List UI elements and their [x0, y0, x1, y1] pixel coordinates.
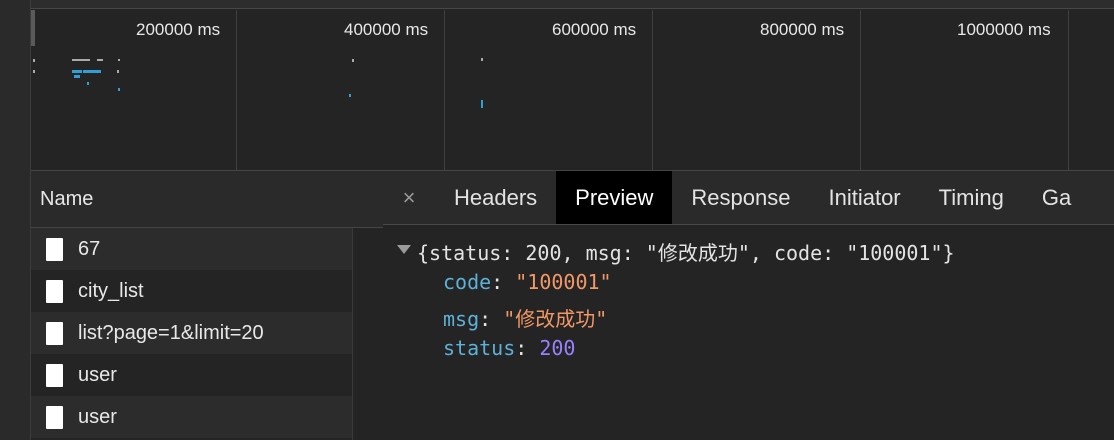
request-row[interactable]: list?page=1&limit=20 — [31, 312, 383, 354]
timeline-top-bar — [31, 0, 1114, 9]
tab-preview[interactable]: Preview — [556, 171, 673, 224]
document-icon — [46, 405, 63, 429]
request-detail-pane: × Headers Preview Response Initiator Tim… — [383, 171, 1114, 440]
request-mark — [349, 94, 351, 97]
timeline-tick-label: 200000 ms — [136, 20, 221, 39]
request-mark — [83, 70, 101, 73]
timeline-gridline — [1068, 10, 1069, 170]
document-icon — [46, 321, 63, 345]
name-column-header[interactable]: Name — [31, 171, 383, 228]
request-mark — [33, 70, 35, 73]
json-value: "修改成功" — [503, 307, 608, 331]
json-field-msg: msg: "修改成功" — [443, 307, 608, 331]
request-name: 67 — [78, 237, 101, 260]
json-summary[interactable]: {status: 200, msg: "修改成功", code: "100001… — [417, 237, 955, 266]
request-list-scrollbar[interactable] — [352, 228, 383, 440]
detail-tab-bar: × Headers Preview Response Initiator Tim… — [383, 171, 1114, 225]
request-mark — [117, 70, 119, 73]
request-name: city_list — [78, 279, 144, 302]
tab-initiator[interactable]: Initiator — [809, 171, 919, 224]
collapse-triangle-icon[interactable] — [397, 245, 411, 254]
json-key: msg — [443, 307, 480, 331]
request-mark — [72, 70, 82, 73]
timeline-gridline — [444, 10, 445, 170]
timeline-tick-label: 600000 ms — [552, 20, 637, 39]
request-list: 67 city_list list?page=1&limit=20 user u… — [31, 228, 383, 438]
request-name: list?page=1&limit=20 — [78, 321, 264, 344]
request-mark — [74, 75, 80, 78]
timeline-gridline — [652, 10, 653, 170]
document-icon — [46, 279, 63, 303]
request-name: user — [78, 363, 117, 386]
tab-timing[interactable]: Timing — [920, 171, 1023, 224]
json-field-code: code: "100001" — [443, 270, 612, 294]
close-icon[interactable]: × — [383, 171, 435, 224]
request-name: user — [78, 405, 117, 428]
document-icon — [46, 237, 63, 261]
request-mark — [481, 58, 483, 61]
timeline-tick-label: 1000000 ms — [957, 20, 1051, 39]
json-preview: {status: 200, msg: "修改成功", code: "100001… — [383, 225, 1114, 440]
json-key: status — [443, 336, 516, 360]
request-mark — [97, 59, 103, 61]
tab-response[interactable]: Response — [672, 171, 809, 224]
network-overview-timeline[interactable]: 200000 ms 400000 ms 600000 ms 800000 ms … — [31, 0, 1114, 171]
request-row[interactable]: user — [31, 354, 383, 396]
request-mark — [481, 100, 483, 108]
timeline-scroll-thumb[interactable] — [31, 10, 35, 46]
json-field-status: status: 200 — [443, 336, 576, 360]
request-name-column: Name 67 city_list list?page=1&limit=20 u… — [31, 171, 383, 440]
request-mark — [118, 59, 120, 61]
request-mark — [33, 59, 35, 62]
request-mark — [87, 82, 89, 85]
request-row[interactable]: city_list — [31, 270, 383, 312]
request-mark — [118, 88, 120, 91]
json-value: 200 — [539, 336, 576, 360]
request-row[interactable]: 67 — [31, 228, 383, 270]
left-gutter — [0, 0, 31, 440]
tab-headers[interactable]: Headers — [435, 171, 556, 224]
request-mark — [72, 59, 90, 61]
json-key: code — [443, 270, 492, 294]
request-mark — [352, 59, 354, 62]
request-row[interactable]: user — [31, 396, 383, 438]
timeline-tick-label: 800000 ms — [760, 20, 845, 39]
document-icon — [46, 363, 63, 387]
timeline-gridline — [860, 10, 861, 170]
timeline-gridline — [236, 10, 237, 170]
json-value: "100001" — [515, 270, 612, 294]
timeline-tick-label: 400000 ms — [344, 20, 429, 39]
tab-truncated[interactable]: Ga — [1023, 171, 1090, 224]
